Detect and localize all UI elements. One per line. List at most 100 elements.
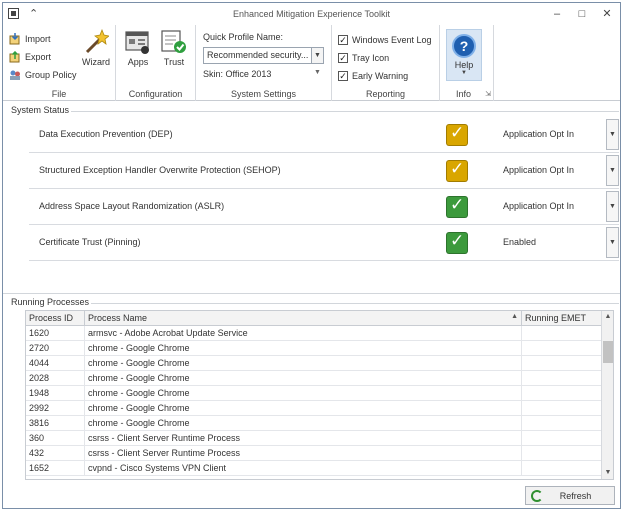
scroll-up-icon[interactable]: ▲ bbox=[602, 311, 613, 323]
help-button[interactable]: ? Help ▼ bbox=[446, 29, 482, 81]
apps-button[interactable]: Apps bbox=[120, 29, 156, 67]
table-row[interactable]: 2992 chrome - Google Chrome bbox=[26, 401, 601, 416]
export-button[interactable]: Export bbox=[9, 49, 51, 65]
running-emet-cell bbox=[522, 461, 601, 476]
ribbon-group-configuration: Apps Trust Configuration bbox=[116, 25, 196, 101]
status-name: Address Space Layout Randomization (ASLR… bbox=[39, 201, 225, 211]
table-row[interactable]: 360 csrss - Client Server Runtime Proces… bbox=[26, 431, 601, 446]
processes-scrollbar[interactable]: ▲ ▼ bbox=[601, 311, 613, 479]
scroll-down-icon[interactable]: ▼ bbox=[602, 467, 613, 479]
process-name-cell: chrome - Google Chrome bbox=[85, 401, 522, 416]
export-label: Export bbox=[25, 52, 52, 62]
tray-icon-checkbox[interactable]: ✓ Tray Icon bbox=[338, 51, 389, 65]
scroll-thumb[interactable] bbox=[603, 341, 613, 363]
process-name-cell: armsvc - Adobe Acrobat Update Service bbox=[85, 326, 522, 341]
status-dropdown-button[interactable]: ▼ bbox=[606, 191, 619, 222]
system-settings-group-label: System Settings bbox=[230, 89, 297, 99]
skin-selector[interactable]: Skin: Office 2013 bbox=[203, 69, 271, 79]
process-id-cell: 1948 bbox=[26, 386, 85, 401]
running-emet-cell bbox=[522, 386, 601, 401]
running-emet-cell bbox=[522, 446, 601, 461]
processes-title-divider bbox=[91, 303, 619, 304]
apps-label: Apps bbox=[127, 57, 149, 67]
windows-event-log-checkbox[interactable]: ✓ Windows Event Log bbox=[338, 33, 432, 47]
trust-button[interactable]: Trust bbox=[156, 29, 192, 67]
process-id-cell: 2028 bbox=[26, 371, 85, 386]
group-policy-button[interactable]: Group Policy bbox=[9, 67, 77, 83]
minimize-button[interactable]: – bbox=[549, 6, 565, 22]
configuration-group-label: Configuration bbox=[128, 89, 183, 99]
help-icon: ? bbox=[452, 34, 476, 58]
status-name: Data Execution Prevention (DEP) bbox=[39, 129, 173, 139]
close-button[interactable]: ✕ bbox=[599, 6, 615, 22]
warning-check-icon: ✓ bbox=[446, 159, 468, 182]
wizard-icon bbox=[83, 28, 110, 55]
export-icon bbox=[9, 50, 21, 63]
column-header-process-id[interactable]: Process ID bbox=[26, 311, 85, 326]
quick-profile-value: Recommended security... bbox=[207, 50, 309, 60]
process-id-cell: 4044 bbox=[26, 356, 85, 371]
process-name-cell: chrome - Google Chrome bbox=[85, 356, 522, 371]
maximize-button[interactable]: □ bbox=[574, 6, 590, 22]
column-header-process-name[interactable]: Process Name ▲ bbox=[85, 311, 522, 326]
group-policy-icon bbox=[9, 69, 21, 81]
process-id-cell: 360 bbox=[26, 431, 85, 446]
dialog-launcher-icon[interactable]: ⇲ bbox=[485, 90, 491, 98]
refresh-label: Refresh bbox=[559, 490, 592, 501]
ok-check-icon: ✓ bbox=[446, 195, 468, 218]
table-row[interactable]: 3816 chrome - Google Chrome bbox=[26, 416, 601, 431]
running-emet-cell bbox=[522, 371, 601, 386]
sort-ascending-icon: ▲ bbox=[511, 313, 518, 320]
process-id-cell: 2720 bbox=[26, 341, 85, 356]
table-row[interactable]: 1620 armsvc - Adobe Acrobat Update Servi… bbox=[26, 326, 601, 341]
status-value: Application Opt In bbox=[503, 165, 575, 175]
status-row-dep: Data Execution Prevention (DEP) ✓ Applic… bbox=[29, 117, 619, 153]
table-row[interactable]: 2028 chrome - Google Chrome bbox=[26, 371, 601, 386]
checkbox-checked-icon: ✓ bbox=[338, 35, 348, 45]
process-name-cell: cvpnd - Cisco Systems VPN Client bbox=[85, 461, 522, 476]
apps-icon bbox=[125, 29, 151, 55]
early-warning-checkbox[interactable]: ✓ Early Warning bbox=[338, 69, 408, 83]
table-row[interactable]: 2720 chrome - Google Chrome bbox=[26, 341, 601, 356]
status-value: Application Opt In bbox=[503, 129, 575, 139]
running-emet-cell bbox=[522, 416, 601, 431]
import-icon bbox=[9, 33, 21, 45]
running-emet-cell bbox=[522, 356, 601, 371]
column-header-running-emet[interactable]: Running EMET bbox=[522, 311, 601, 326]
running-emet-cell bbox=[522, 326, 601, 341]
status-row-certificate-trust: Certificate Trust (Pinning) ✓ Enabled ▼ bbox=[29, 225, 619, 261]
status-dropdown-button[interactable]: ▼ bbox=[606, 227, 619, 258]
process-id-cell: 2992 bbox=[26, 401, 85, 416]
checkbox-checked-icon: ✓ bbox=[338, 71, 348, 81]
table-row[interactable]: 4044 chrome - Google Chrome bbox=[26, 356, 601, 371]
process-name-cell: csrss - Client Server Runtime Process bbox=[85, 431, 522, 446]
ribbon-group-system-settings: Quick Profile Name: Recommended security… bbox=[196, 25, 332, 101]
import-button[interactable]: Import bbox=[9, 31, 51, 47]
help-dropdown-chevron-icon: ▼ bbox=[461, 70, 467, 76]
group-policy-label: Group Policy bbox=[25, 70, 77, 80]
status-dropdown-button[interactable]: ▼ bbox=[606, 119, 619, 150]
refresh-button[interactable]: Refresh bbox=[525, 486, 615, 505]
chevron-down-icon: ▼ bbox=[311, 48, 323, 63]
warning-check-icon: ✓ bbox=[446, 123, 468, 146]
table-row[interactable]: 432 csrss - Client Server Runtime Proces… bbox=[26, 446, 601, 461]
process-name-cell: csrss - Client Server Runtime Process bbox=[85, 446, 522, 461]
system-status-title: System Status bbox=[11, 105, 70, 115]
status-dropdown-button[interactable]: ▼ bbox=[606, 155, 619, 186]
table-row[interactable]: 1948 chrome - Google Chrome bbox=[26, 386, 601, 401]
window-title: Enhanced Mitigation Experience Toolkit bbox=[233, 9, 390, 19]
column-header-process-name-label: Process Name bbox=[88, 313, 148, 323]
reporting-group-label: Reporting bbox=[365, 89, 406, 99]
running-emet-cell bbox=[522, 401, 601, 416]
wizard-button[interactable]: Wizard bbox=[78, 28, 114, 67]
trust-icon bbox=[161, 29, 187, 55]
status-name: Certificate Trust (Pinning) bbox=[39, 237, 141, 247]
status-name: Structured Exception Handler Overwrite P… bbox=[39, 165, 281, 175]
process-id-cell: 432 bbox=[26, 446, 85, 461]
status-row-aslr: Address Space Layout Randomization (ASLR… bbox=[29, 189, 619, 225]
skin-dropdown-arrow-icon[interactable]: ▼ bbox=[314, 69, 321, 76]
title-bar: ⌃ Enhanced Mitigation Experience Toolkit… bbox=[3, 3, 620, 25]
table-row[interactable]: 1652 cvpnd - Cisco Systems VPN Client bbox=[26, 461, 601, 476]
quick-profile-select[interactable]: Recommended security... ▼ bbox=[203, 47, 324, 64]
process-id-cell: 3816 bbox=[26, 416, 85, 431]
